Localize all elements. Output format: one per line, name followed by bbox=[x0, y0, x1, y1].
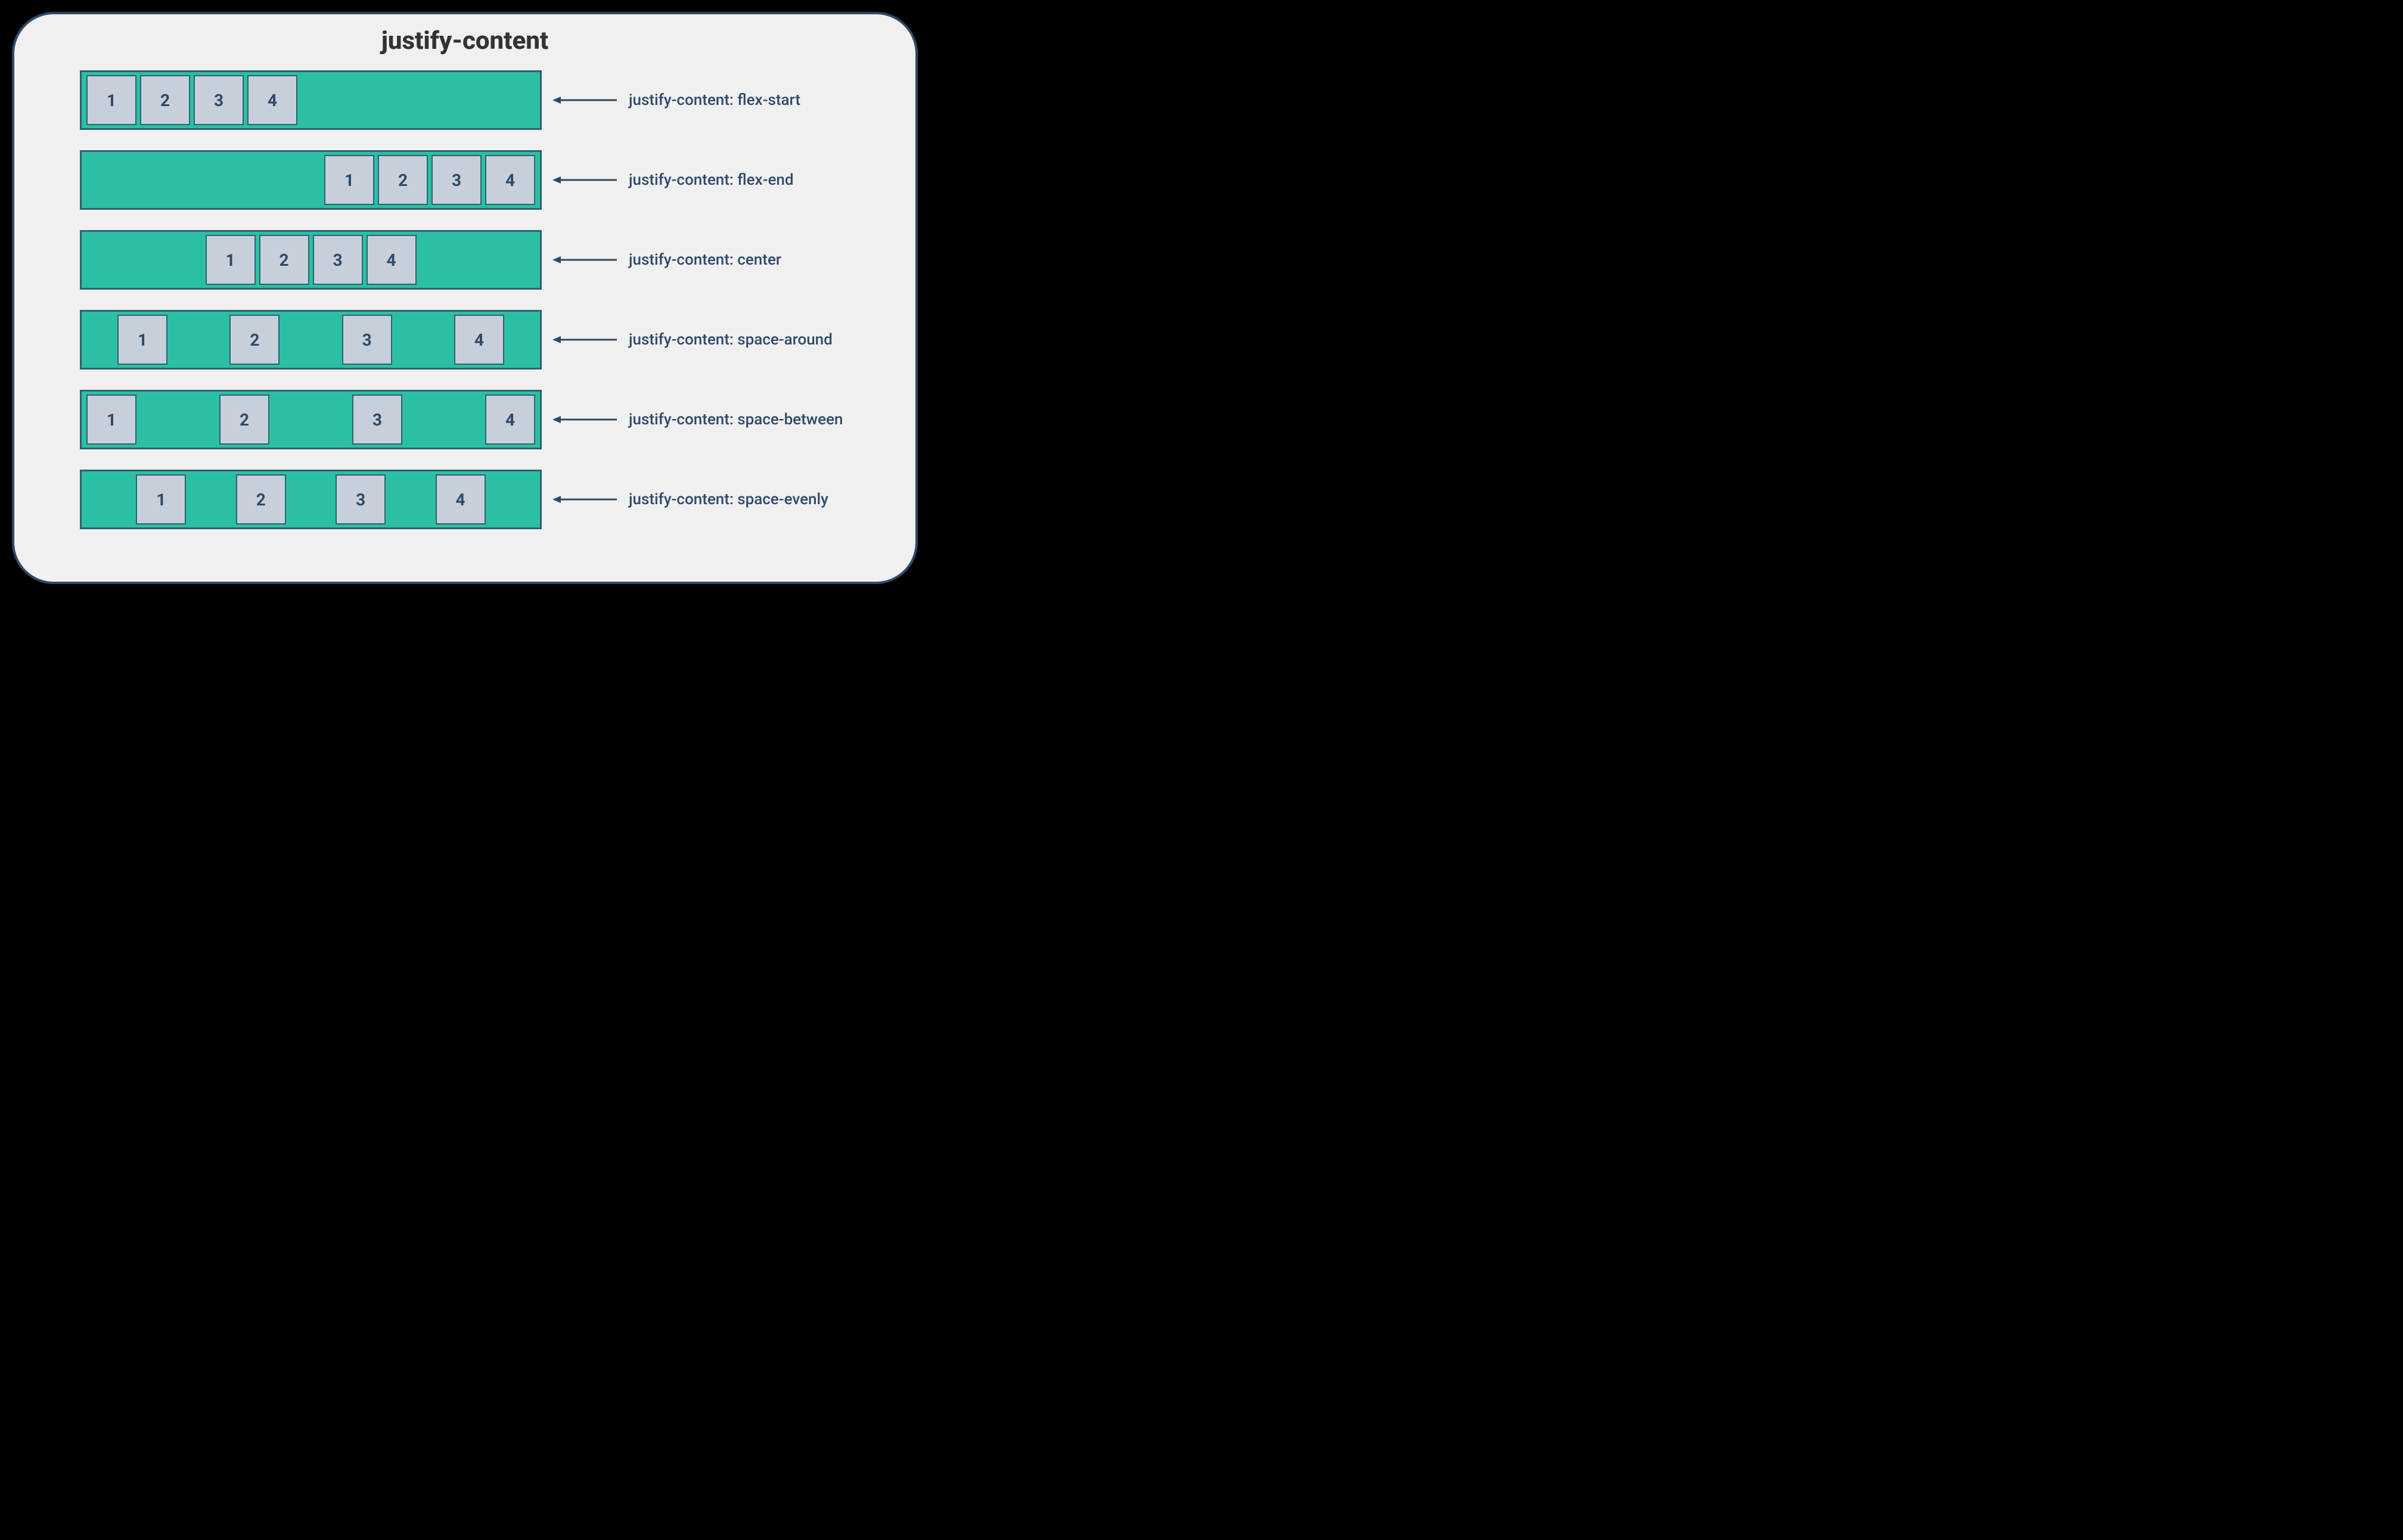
flex-item: 2 bbox=[236, 474, 286, 524]
flex-item: 3 bbox=[352, 395, 402, 445]
example-row-space-evenly: 1 2 3 4 justify-content: space-evenly bbox=[80, 470, 892, 529]
arrow-left-icon bbox=[552, 174, 618, 186]
example-row-center: 1 2 3 4 justify-content: center bbox=[80, 230, 892, 290]
flex-item: 2 bbox=[259, 235, 309, 285]
arrow-left-icon bbox=[552, 414, 618, 426]
flex-item: 3 bbox=[194, 75, 244, 125]
flex-item: 3 bbox=[313, 235, 363, 285]
flex-item: 4 bbox=[485, 155, 535, 205]
flex-container: 1 2 3 4 bbox=[80, 310, 542, 370]
flex-item: 4 bbox=[367, 235, 417, 285]
flex-item: 1 bbox=[117, 315, 167, 365]
flex-container: 1 2 3 4 bbox=[80, 150, 542, 210]
flex-item: 3 bbox=[431, 155, 482, 205]
flex-item: 1 bbox=[86, 75, 136, 125]
row-label: justify-content: space-around bbox=[629, 331, 833, 349]
arrow-left-icon bbox=[552, 254, 618, 266]
flex-item: 4 bbox=[454, 315, 504, 365]
arrow-left-icon bbox=[552, 334, 618, 346]
flex-container: 1 2 3 4 bbox=[80, 70, 542, 130]
example-rows: 1 2 3 4 justify-content: flex-start 1 2 … bbox=[38, 70, 892, 529]
flex-item: 1 bbox=[86, 395, 136, 445]
flex-item: 2 bbox=[140, 75, 190, 125]
flex-item: 2 bbox=[219, 395, 269, 445]
row-label: justify-content: center bbox=[629, 251, 781, 269]
flex-item: 4 bbox=[436, 474, 486, 524]
example-row-space-between: 1 2 3 4 justify-content: space-between bbox=[80, 390, 892, 449]
flex-item: 1 bbox=[324, 155, 374, 205]
example-row-space-around: 1 2 3 4 justify-content: space-around bbox=[80, 310, 892, 370]
arrow-left-icon bbox=[552, 493, 618, 505]
example-row-flex-start: 1 2 3 4 justify-content: flex-start bbox=[80, 70, 892, 130]
page-title: justify-content bbox=[38, 26, 892, 55]
flex-item: 1 bbox=[206, 235, 256, 285]
flex-item: 2 bbox=[229, 315, 280, 365]
flex-container: 1 2 3 4 bbox=[80, 390, 542, 449]
row-label: justify-content: space-evenly bbox=[629, 490, 828, 508]
row-label: justify-content: space-between bbox=[629, 411, 843, 429]
flex-item: 4 bbox=[247, 75, 297, 125]
example-row-flex-end: 1 2 3 4 justify-content: flex-end bbox=[80, 150, 892, 210]
row-label: justify-content: flex-start bbox=[629, 91, 800, 109]
row-label: justify-content: flex-end bbox=[629, 171, 794, 189]
flex-item: 1 bbox=[136, 474, 186, 524]
diagram-panel: justify-content 1 2 3 4 justify-content:… bbox=[12, 12, 918, 584]
arrow-left-icon bbox=[552, 94, 618, 106]
flex-item: 2 bbox=[378, 155, 428, 205]
flex-item: 3 bbox=[336, 474, 386, 524]
flex-container: 1 2 3 4 bbox=[80, 230, 542, 290]
flex-item: 4 bbox=[485, 395, 535, 445]
flex-container: 1 2 3 4 bbox=[80, 470, 542, 529]
flex-item: 3 bbox=[342, 315, 392, 365]
